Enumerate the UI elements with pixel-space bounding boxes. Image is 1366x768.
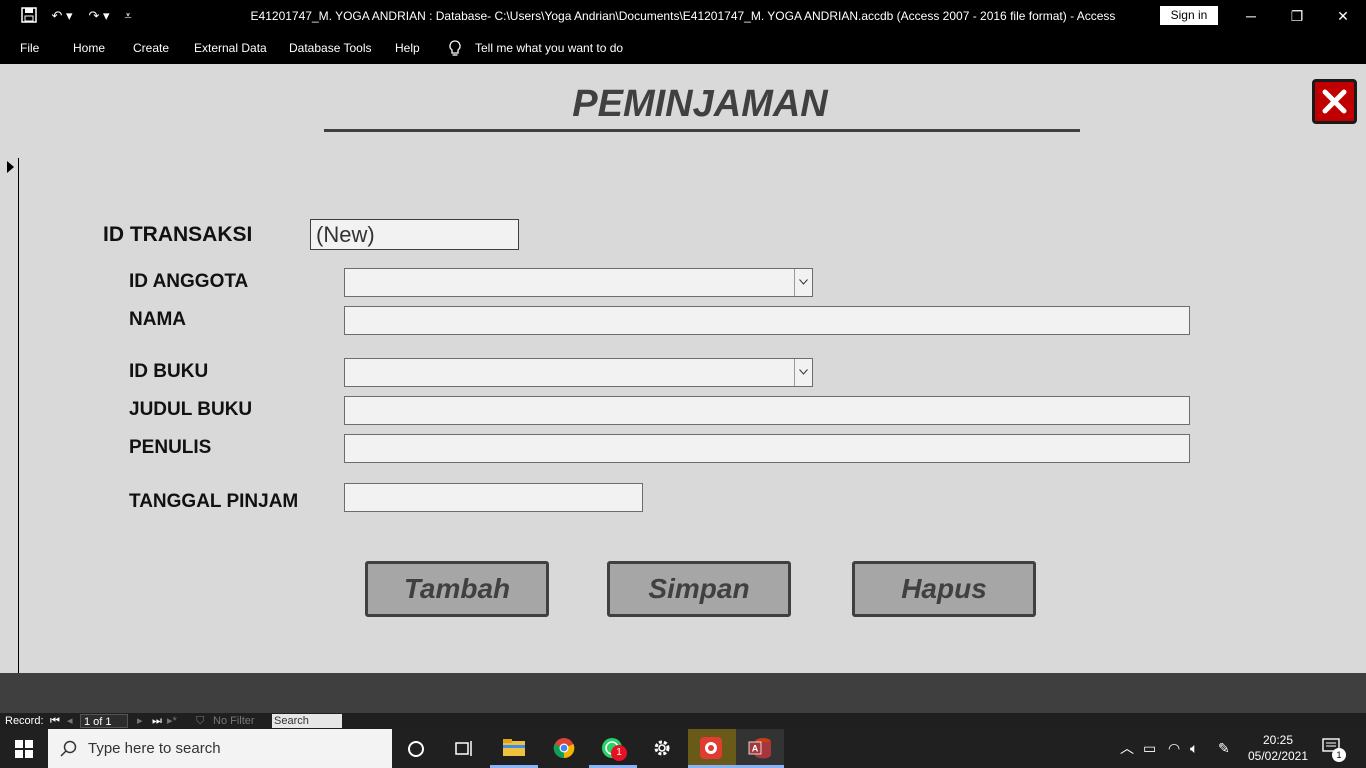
judul-buku-field[interactable] (344, 396, 1190, 425)
notification-center-icon[interactable]: 1 (1322, 738, 1346, 762)
chevron-down-icon (799, 369, 808, 375)
form-footer-area (0, 673, 1366, 713)
id-anggota-combo[interactable] (344, 268, 813, 297)
id-transaksi-field[interactable]: (New) (310, 219, 519, 250)
battery-icon[interactable]: ▭ (1143, 739, 1156, 757)
new-record-icon[interactable]: ▸* (167, 714, 177, 728)
settings-gear-icon[interactable] (638, 729, 686, 768)
cortana-icon[interactable] (392, 729, 440, 768)
wifi-icon[interactable]: ◠ (1168, 739, 1180, 757)
svg-text:A: A (752, 744, 759, 754)
nama-field[interactable] (344, 306, 1190, 335)
nama-label: NAMA (129, 309, 186, 330)
tab-database-tools[interactable]: Database Tools (289, 41, 372, 56)
id-anggota-label: ID ANGGOTA (129, 271, 249, 292)
tab-file[interactable]: File (20, 41, 39, 56)
penulis-label: PENULIS (129, 437, 212, 458)
windows-logo-icon (15, 740, 33, 758)
close-icon (1322, 89, 1347, 114)
file-explorer-icon[interactable] (490, 729, 538, 768)
search-icon (60, 740, 77, 757)
pen-icon[interactable]: ✎ (1218, 739, 1230, 757)
volume-icon[interactable]: 🔈︎ (1190, 739, 1198, 757)
record-navigation-bar: Record: ⏮ ◂ 1 of 1 ▸ ⏭ ▸* ⛉ No Filter Se… (0, 713, 1366, 729)
ribbon-tabs: File Home Create External Data Database … (0, 32, 1366, 64)
record-number-input[interactable]: 1 of 1 (80, 714, 128, 728)
id-buku-label: ID BUKU (129, 361, 209, 382)
access-app-icon[interactable]: A (736, 729, 784, 768)
record-selector[interactable] (0, 158, 19, 673)
tell-me-search[interactable]: Tell me what you want to do (475, 41, 623, 56)
show-hidden-icons-icon[interactable]: ︿ (1120, 739, 1134, 757)
sign-in-button[interactable]: Sign in (1160, 6, 1218, 25)
chrome-icon[interactable] (540, 729, 588, 768)
record-label: Record: (5, 715, 44, 727)
peminjaman-form: PEMINJAMAN ID TRANSAKSI (New) ID ANGGOTA… (0, 64, 1366, 673)
judul-buku-label: JUDUL BUKU (129, 399, 253, 420)
filter-status[interactable]: No Filter (213, 714, 255, 728)
clock-date: 05/02/2021 (1247, 749, 1309, 763)
id-transaksi-label: ID TRANSAKSI (103, 223, 253, 246)
task-view-icon[interactable] (440, 729, 488, 768)
hapus-button[interactable]: Hapus (852, 561, 1036, 617)
record-selector-arrow-icon (7, 161, 14, 173)
windows-taskbar: Type here to search 1 A ︿ ▭ ◠ 🔈︎ ✎ 20:25… (0, 729, 1366, 768)
first-record-icon[interactable]: ⏮ (50, 714, 60, 728)
restore-button[interactable]: ❐ (1274, 0, 1320, 32)
tab-create[interactable]: Create (133, 41, 169, 56)
taskbar-search-placeholder: Type here to search (88, 740, 221, 757)
title-bar: ↶ ▾ ↷ ▾ ⩡ E41201747_M. YOGA ANDRIAN : Da… (0, 0, 1366, 32)
close-form-button[interactable] (1312, 79, 1357, 124)
start-button[interactable] (0, 729, 48, 768)
lightbulb-icon (448, 40, 462, 61)
whatsapp-icon[interactable]: 1 (589, 729, 637, 768)
tab-help[interactable]: Help (395, 41, 420, 56)
penulis-field[interactable] (344, 434, 1190, 463)
previous-record-icon[interactable]: ◂ (67, 714, 73, 728)
id-anggota-dropdown-button[interactable] (794, 269, 812, 296)
close-window-button[interactable]: ✕ (1320, 0, 1366, 32)
tanggal-pinjam-field[interactable] (344, 483, 643, 512)
title-underline (324, 129, 1080, 132)
id-buku-dropdown-button[interactable] (794, 359, 812, 386)
whatsapp-badge: 1 (611, 745, 627, 761)
taskbar-clock[interactable]: 20:25 05/02/2021 (1244, 732, 1312, 764)
notification-badge: 1 (1332, 748, 1346, 762)
next-record-icon[interactable]: ▸ (137, 714, 143, 728)
tab-home[interactable]: Home (73, 41, 105, 56)
id-buku-combo[interactable] (344, 358, 813, 387)
tambah-button[interactable]: Tambah (365, 561, 549, 617)
record-search-input[interactable]: Search (272, 714, 342, 728)
clock-time: 20:25 (1262, 733, 1294, 747)
tab-external-data[interactable]: External Data (194, 41, 267, 56)
tanggal-pinjam-label: TANGGAL PINJAM (129, 491, 299, 512)
screen-recorder-icon[interactable] (688, 729, 736, 768)
form-title: PEMINJAMAN (572, 83, 828, 125)
last-record-icon[interactable]: ⏭ (152, 714, 162, 728)
chevron-down-icon (799, 279, 808, 285)
filter-icon[interactable]: ⛉ (196, 714, 204, 728)
minimize-button[interactable]: ─ (1228, 0, 1274, 32)
taskbar-search-box[interactable]: Type here to search (48, 729, 392, 768)
simpan-button[interactable]: Simpan (607, 561, 791, 617)
